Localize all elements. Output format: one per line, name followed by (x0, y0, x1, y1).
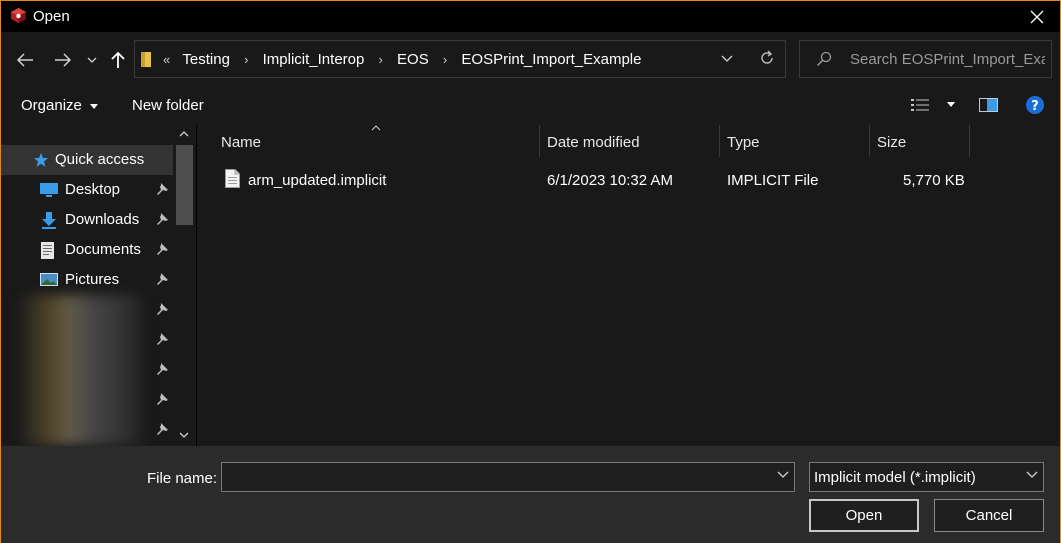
file-type-select[interactable]: Implicit model (*.implicit) (809, 462, 1044, 492)
file-size: 5,770 KB (903, 172, 965, 189)
file-icon (225, 169, 240, 188)
breadcrumb-item-eosprint-import-example[interactable]: EOSPrint_Import_Example (461, 51, 641, 68)
command-toolbar: Organize New folder ? (1, 87, 1060, 125)
breadcrumb-separator-icon[interactable]: › (443, 52, 447, 67)
back-button[interactable] (11, 46, 39, 74)
arrow-up-icon (111, 51, 125, 68)
breadcrumb-item-eos[interactable]: EOS (397, 51, 429, 68)
breadcrumb-overflow-icon[interactable]: « (163, 52, 170, 67)
view-options-button[interactable] (911, 98, 956, 116)
pin-icon[interactable] (156, 243, 168, 256)
sidebar-item-label: Desktop (65, 181, 121, 198)
recent-locations-button[interactable] (83, 46, 101, 74)
blurred-pinned-folders (21, 295, 141, 445)
download-icon (42, 212, 56, 229)
pin-icon[interactable] (156, 363, 168, 376)
folder-icon (141, 52, 151, 67)
file-list: Name Date modified Type Size arm_updated… (197, 125, 1060, 446)
sidebar-item-desktop[interactable]: Desktop (1, 175, 173, 205)
navigation-pane: Quick access Desktop Downloads Documents… (1, 125, 196, 446)
scroll-up-icon[interactable] (179, 131, 189, 137)
cancel-button[interactable]: Cancel (934, 499, 1044, 532)
column-divider[interactable] (969, 125, 970, 157)
file-name: arm_updated.implicit (248, 172, 387, 189)
chevron-down-icon[interactable] (777, 471, 789, 479)
arrow-right-icon (55, 53, 72, 67)
preview-pane-icon (979, 98, 998, 112)
up-button[interactable] (107, 46, 129, 74)
arrow-left-icon (16, 53, 33, 67)
chevron-down-icon (1026, 471, 1038, 478)
breadcrumb-item-testing[interactable]: Testing (182, 51, 230, 68)
sidebar-item-label: Quick access (55, 151, 145, 168)
sidebar-item-pictures[interactable]: Pictures (1, 265, 173, 295)
column-header-date-modified[interactable]: Date modified (540, 125, 719, 157)
sidebar-item-label: Downloads (65, 211, 140, 228)
caret-down-icon (947, 102, 956, 107)
refresh-icon[interactable] (759, 50, 775, 66)
search-box[interactable]: Search EOSPrint_Import_Exa... (799, 40, 1052, 78)
file-type: IMPLICIT File (727, 172, 819, 189)
svg-text:?: ? (1031, 99, 1039, 114)
address-dropdown-icon[interactable] (721, 51, 733, 65)
breadcrumb: « Testing › Implicit_Interop › EOS › EOS… (163, 51, 641, 68)
pin-icon[interactable] (156, 183, 168, 196)
file-type-value: Implicit model (*.implicit) (814, 469, 976, 486)
breadcrumb-item-implicit-interop[interactable]: Implicit_Interop (263, 51, 365, 68)
file-name-input[interactable] (221, 462, 795, 492)
file-date-modified: 6/1/2023 10:32 AM (547, 172, 673, 189)
open-button[interactable]: Open (809, 499, 919, 532)
pin-icon[interactable] (156, 273, 168, 286)
pin-icon[interactable] (156, 213, 168, 226)
breadcrumb-separator-icon[interactable]: › (244, 52, 248, 67)
caret-down-icon (90, 103, 99, 109)
new-folder-button[interactable]: New folder (132, 97, 204, 114)
pin-icon[interactable] (156, 393, 168, 406)
open-dialog-window: Open « Testing › Implicit_Interop › EOS … (0, 0, 1061, 543)
star-icon (34, 153, 48, 167)
documents-icon (41, 242, 54, 259)
pin-icon[interactable] (156, 423, 168, 436)
file-name-label: File name: (147, 470, 218, 487)
search-icon (816, 51, 832, 67)
sidebar-scrollbar[interactable] (173, 125, 196, 446)
sidebar-item-documents[interactable]: Documents (1, 235, 173, 265)
breadcrumb-separator-icon[interactable]: › (379, 52, 383, 67)
app-icon (11, 8, 26, 23)
forward-button[interactable] (49, 46, 77, 74)
details-view-icon (911, 99, 929, 111)
pictures-icon (40, 273, 58, 286)
preview-pane-button[interactable] (979, 98, 998, 116)
help-button[interactable]: ? (1025, 95, 1045, 119)
search-input[interactable]: Search EOSPrint_Import_Exa... (850, 51, 1045, 68)
sidebar-item-label: Pictures (65, 271, 120, 288)
column-header-type[interactable]: Type (720, 125, 869, 157)
pin-icon[interactable] (156, 333, 168, 346)
desktop-icon (40, 183, 58, 197)
sidebar-item-label: Documents (65, 241, 141, 258)
scroll-down-icon[interactable] (179, 432, 189, 438)
close-button[interactable] (1014, 1, 1060, 32)
organize-button[interactable]: Organize (21, 97, 99, 114)
file-row[interactable]: arm_updated.implicit 6/1/2023 10:32 AM I… (217, 165, 977, 195)
pin-icon[interactable] (156, 303, 168, 316)
sidebar-item-quick-access[interactable]: Quick access (1, 145, 173, 175)
window-title: Open (33, 8, 70, 25)
column-header-name[interactable]: Name (197, 125, 539, 157)
chevron-down-icon (87, 57, 97, 63)
title-bar: Open (1, 1, 1060, 32)
help-icon: ? (1026, 96, 1044, 114)
column-header-size[interactable]: Size (870, 125, 969, 157)
address-bar[interactable]: « Testing › Implicit_Interop › EOS › EOS… (134, 40, 786, 78)
dialog-footer: File name: Implicit model (*.implicit) O… (1, 446, 1060, 543)
sidebar-item-downloads[interactable]: Downloads (1, 205, 173, 235)
close-icon (1030, 10, 1044, 23)
scrollbar-thumb[interactable] (176, 145, 193, 225)
navigation-bar: « Testing › Implicit_Interop › EOS › EOS… (1, 32, 1060, 87)
organize-label: Organize (21, 97, 82, 114)
